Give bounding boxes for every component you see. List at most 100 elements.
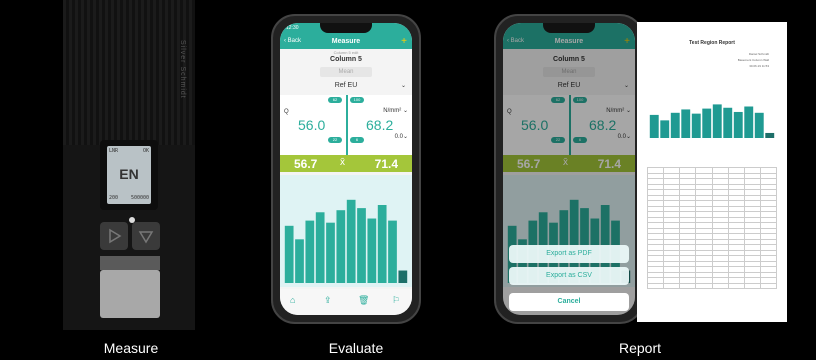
trash-icon[interactable]: 🗑 xyxy=(358,295,369,306)
histogram-bar xyxy=(336,210,346,283)
histogram-bar xyxy=(681,109,691,138)
device-down-button[interactable] xyxy=(132,222,160,250)
histogram-bar xyxy=(765,132,775,138)
histogram-bar xyxy=(284,225,294,283)
flag-icon[interactable]: ⚐ xyxy=(392,295,400,306)
mean-button[interactable]: Mean xyxy=(320,67,372,77)
offset-dropdown[interactable]: 0.0⌄ xyxy=(395,133,408,140)
histogram-bar xyxy=(712,104,722,138)
report-histogram xyxy=(649,104,775,138)
device-cap-ring xyxy=(100,256,160,270)
histogram-bar xyxy=(315,212,325,283)
chevron-down-icon: ⌄ xyxy=(400,83,406,89)
rebound-hammer-device: Silver Schmidt LNR OK EN 200 500000 xyxy=(63,0,195,330)
lcd-bottom-right: 500000 xyxy=(130,195,149,201)
device-grip xyxy=(63,0,195,145)
report-title: Test Region Report xyxy=(689,40,735,46)
phone-evaluate: 12:30 ‹ Back Measure + Column 5 edit Col… xyxy=(271,14,421,324)
value-right: 68.2 xyxy=(366,117,394,133)
device-brand-label: Silver Schmidt xyxy=(179,40,186,99)
histogram-bar xyxy=(305,220,315,283)
table-row xyxy=(646,282,778,289)
value-left: 56.0 xyxy=(298,117,326,133)
device-cap xyxy=(100,270,160,318)
phone-notch xyxy=(543,23,595,33)
histogram-bar xyxy=(723,107,733,138)
table-cell xyxy=(759,282,778,289)
histogram-bar xyxy=(326,222,335,283)
status-time: 12:30 xyxy=(286,25,299,31)
lcd-bottom-left: 200 xyxy=(109,195,119,201)
nav-bar: ‹ Back Measure + xyxy=(280,35,412,49)
histogram-bar xyxy=(660,120,670,138)
unit-selector[interactable]: N/mm² ⌄ xyxy=(383,107,408,114)
table-cell xyxy=(711,282,729,289)
lcd-value: EN xyxy=(119,166,139,182)
caption-report: Report xyxy=(618,340,662,356)
pill-bottom-2: 6 xyxy=(350,137,364,143)
table-cell xyxy=(663,282,681,289)
offset-value: 0.0 xyxy=(394,134,403,140)
unit-label: N/mm² xyxy=(383,108,402,114)
report-meta-1: Daniel Schmidt xyxy=(748,52,769,56)
report-meta-3: 30.06.19 11:53 xyxy=(749,64,769,68)
caption-evaluate: Evaluate xyxy=(328,340,384,356)
histogram-bar xyxy=(388,220,397,283)
table-cell xyxy=(646,282,665,289)
phone-notch xyxy=(320,23,372,33)
pill-bottom-1: 22 xyxy=(328,137,342,143)
pill-left-2: 100 xyxy=(350,97,364,103)
ref-selector[interactable]: Ref EU xyxy=(280,82,412,89)
add-icon[interactable]: + xyxy=(401,36,407,47)
column-title: Column 5 xyxy=(330,56,362,63)
device-lcd: LNR OK EN 200 500000 xyxy=(107,146,151,204)
histogram-bar xyxy=(346,199,356,283)
triangle-down-icon xyxy=(138,231,154,244)
histogram-bar xyxy=(377,205,387,283)
histogram-bar xyxy=(670,112,680,138)
summary-right: 71.4 xyxy=(374,157,398,171)
mean-symbol: x̄ xyxy=(340,157,345,168)
histogram-bar xyxy=(744,106,754,138)
q-label: Q xyxy=(284,109,289,115)
phone-report-screen: ‹ Back Measure + Column 5 Mean Ref EU ⌄ … xyxy=(503,23,635,315)
export-pdf-button[interactable]: Export as PDF xyxy=(509,245,629,263)
lcd-top-right: OK xyxy=(142,148,149,154)
share-icon[interactable]: ⇪ xyxy=(324,295,332,306)
histogram-bar xyxy=(733,111,743,138)
histogram-bar xyxy=(691,113,701,138)
phone-evaluate-screen: 12:30 ‹ Back Measure + Column 5 edit Col… xyxy=(280,23,412,315)
play-icon xyxy=(109,228,122,244)
histogram-svg xyxy=(284,199,408,283)
histogram-bar xyxy=(367,218,377,283)
cancel-button[interactable]: Cancel xyxy=(509,293,629,311)
summary-left: 56.7 xyxy=(294,157,318,171)
histogram-chart xyxy=(280,175,412,287)
table-cell xyxy=(743,282,761,289)
pill-left-1: 62 xyxy=(328,97,342,103)
report-meta-2: Basement Column Wall xyxy=(737,58,769,62)
histogram-bar xyxy=(398,270,408,283)
histogram-bar xyxy=(702,108,712,138)
table-cell xyxy=(695,282,713,289)
home-icon[interactable]: ⌂ xyxy=(290,295,295,305)
summary-bar: 56.7 x̄ 71.4 xyxy=(280,155,412,172)
histogram-bar xyxy=(357,208,366,283)
caption-measure: Measure xyxy=(103,340,159,356)
histogram-bar xyxy=(754,112,764,138)
readouts-panel: Q 62 100 N/mm² ⌄ 56.0 68.2 22 6 0.0⌄ xyxy=(280,95,412,155)
lcd-top-left: LNR xyxy=(109,148,119,154)
phone-report: ‹ Back Measure + Column 5 Mean Ref EU ⌄ … xyxy=(494,14,644,324)
histogram-bar xyxy=(649,114,659,138)
export-csv-button[interactable]: Export as CSV xyxy=(509,267,629,285)
report-table xyxy=(646,167,778,289)
bottom-toolbar: ⌂ ⇪ 🗑 ⚐ xyxy=(280,289,412,315)
histogram-bar xyxy=(295,239,304,283)
divider-line xyxy=(346,95,348,155)
report-document: Test Region Report Daniel Schmidt Baseme… xyxy=(637,22,787,322)
table-cell xyxy=(679,282,697,289)
nav-title: Measure xyxy=(331,38,361,45)
subtitle-small: Column 5 edit xyxy=(333,50,359,55)
table-cell xyxy=(727,282,745,289)
device-right-button[interactable] xyxy=(100,222,128,250)
